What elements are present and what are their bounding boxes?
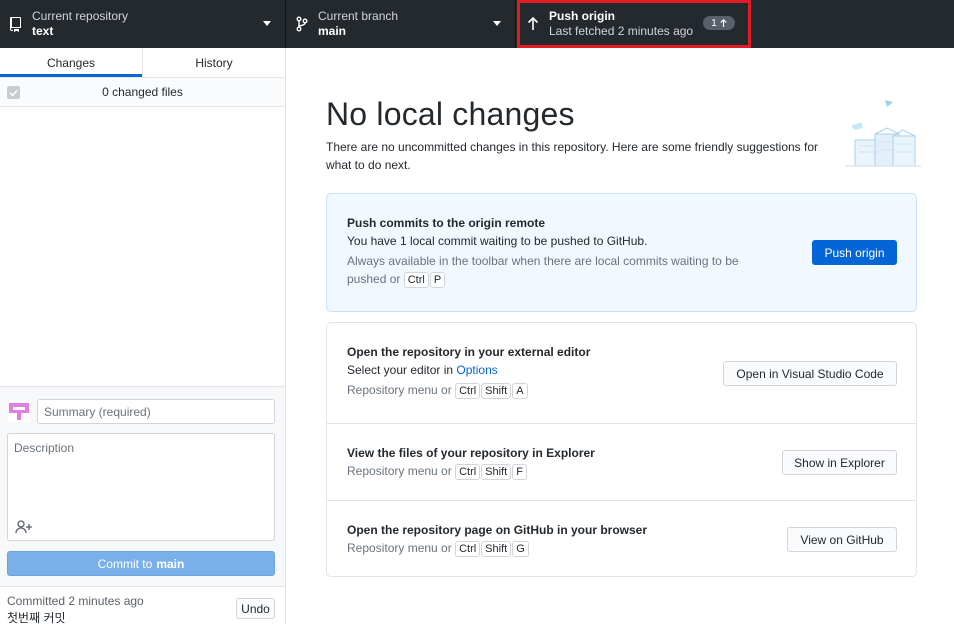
last-commit-time: Committed 2 minutes ago bbox=[7, 594, 144, 608]
main-content: No local changes There are no uncommitte… bbox=[287, 48, 954, 624]
branch-name: main bbox=[318, 24, 347, 38]
repository-label: Current repository bbox=[32, 9, 129, 23]
ahead-count-badge: 1 bbox=[703, 16, 735, 30]
show-in-explorer-button[interactable]: Show in Explorer bbox=[782, 450, 897, 475]
branch-selector[interactable]: Current branch main bbox=[286, 0, 516, 48]
sidebar: Changes History 0 changed files Commit t… bbox=[0, 48, 286, 624]
kbd-a: A bbox=[512, 383, 528, 399]
commit-form: Commit to main bbox=[0, 386, 285, 586]
small-arrow-up-icon bbox=[720, 19, 727, 27]
ahead-count: 1 bbox=[711, 17, 717, 29]
kbd-ctrl: Ctrl bbox=[455, 541, 481, 557]
undo-button[interactable]: Undo bbox=[236, 598, 275, 619]
commit-button[interactable]: Commit to main bbox=[7, 551, 275, 576]
show-in-explorer-row: View the files of your repository in Exp… bbox=[327, 423, 916, 500]
chevron-down-icon bbox=[493, 21, 501, 26]
tab-changes[interactable]: Changes bbox=[0, 48, 142, 77]
push-label: Push origin bbox=[549, 9, 615, 23]
kbd-shift: Shift bbox=[481, 383, 512, 399]
suggestions-card: Open the repository in your external edi… bbox=[326, 322, 917, 577]
branch-label: Current branch bbox=[318, 9, 399, 23]
empty-state-illustration-icon bbox=[845, 96, 921, 172]
chevron-down-icon bbox=[263, 21, 271, 26]
kbd-g: G bbox=[512, 541, 529, 557]
open-editor-hint-text: Repository menu or bbox=[347, 383, 452, 397]
changed-files-count: 0 changed files bbox=[102, 85, 183, 99]
view-on-github-hint-text: Repository menu or bbox=[347, 541, 452, 555]
last-commit-panel: Committed 2 minutes ago 첫번째 커밋 Undo bbox=[0, 586, 285, 624]
open-editor-desc-prefix: Select your editor in bbox=[347, 363, 454, 377]
show-in-explorer-hint-text: Repository menu or bbox=[347, 464, 452, 478]
options-link[interactable]: Options bbox=[456, 363, 497, 377]
view-on-github-button[interactable]: View on GitHub bbox=[787, 527, 897, 552]
kbd-ctrl: Ctrl bbox=[455, 383, 481, 399]
branch-icon bbox=[286, 16, 318, 32]
description-input[interactable] bbox=[8, 434, 274, 514]
view-on-github-row: Open the repository page on GitHub in yo… bbox=[327, 500, 916, 577]
commit-button-prefix: Commit to bbox=[97, 556, 153, 571]
push-card-title: Push commits to the origin remote bbox=[347, 216, 546, 230]
toolbar: Current repository text Current branch m… bbox=[0, 0, 954, 48]
page-subtitle: There are no uncommitted changes in this… bbox=[326, 140, 819, 172]
tab-history[interactable]: History bbox=[142, 48, 285, 77]
push-suggestion-card: Push commits to the origin remote You ha… bbox=[326, 193, 917, 312]
last-fetched-label: Last fetched 2 minutes ago bbox=[549, 24, 694, 38]
select-all-checkbox[interactable] bbox=[7, 86, 20, 99]
push-origin-button[interactable]: Push origin Last fetched 2 minutes ago 1 bbox=[517, 0, 751, 48]
changed-files-header: 0 changed files bbox=[0, 78, 285, 107]
kbd-p: P bbox=[429, 272, 446, 288]
arrow-up-icon bbox=[517, 17, 549, 31]
push-card-hint: Always available in the toolbar when the… bbox=[347, 252, 777, 288]
open-editor-title: Open the repository in your external edi… bbox=[347, 345, 591, 359]
kbd-ctrl: Ctrl bbox=[455, 464, 481, 480]
check-icon bbox=[9, 89, 18, 97]
kbd-shift: Shift bbox=[481, 541, 512, 557]
repository-name: text bbox=[32, 24, 54, 38]
sidebar-tabs: Changes History bbox=[0, 48, 285, 78]
add-coauthor-icon[interactable] bbox=[14, 518, 34, 536]
kbd-shift: Shift bbox=[481, 464, 512, 480]
summary-input[interactable] bbox=[37, 399, 275, 424]
commit-button-branch: main bbox=[156, 556, 185, 571]
kbd-f: F bbox=[512, 464, 527, 480]
repo-icon bbox=[0, 16, 32, 32]
open-in-vscode-button[interactable]: Open in Visual Studio Code bbox=[723, 361, 897, 386]
open-editor-row: Open the repository in your external edi… bbox=[327, 323, 916, 423]
description-box bbox=[7, 433, 275, 541]
push-origin-card-button[interactable]: Push origin bbox=[812, 240, 897, 265]
last-commit-message: 첫번째 커밋 bbox=[7, 611, 66, 624]
repository-selector[interactable]: Current repository text bbox=[0, 0, 286, 48]
avatar bbox=[8, 400, 30, 422]
page-title: No local changes bbox=[326, 96, 575, 132]
kbd-ctrl: Ctrl bbox=[403, 272, 429, 288]
